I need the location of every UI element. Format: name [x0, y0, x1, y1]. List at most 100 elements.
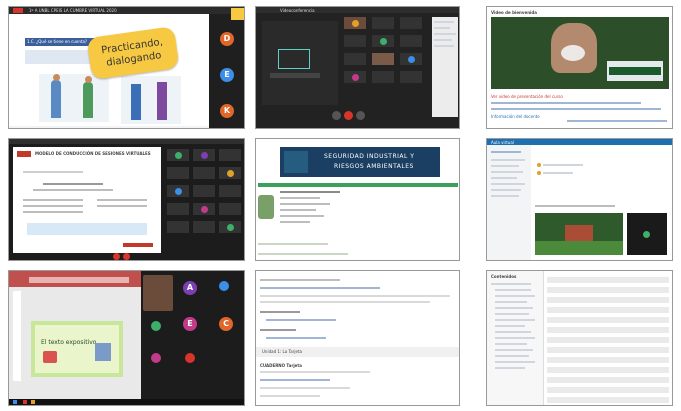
chat-sidebar [432, 17, 458, 117]
os-taskbar [9, 399, 244, 405]
participant-tile[interactable] [219, 203, 241, 215]
outline-row[interactable] [547, 367, 669, 373]
lesson-video[interactable] [535, 213, 623, 255]
outline-row[interactable] [547, 377, 669, 383]
participants-panel: A E C [141, 271, 244, 399]
camera-button[interactable] [332, 111, 341, 120]
slide-heading-bar: 1.C. ¿Qué se tiene en cuenta? [25, 38, 95, 46]
outline-row[interactable] [547, 297, 669, 303]
participant-avatar[interactable]: D [220, 32, 234, 46]
slide-title: El texto expositivo [41, 339, 97, 346]
panel-course-page: SEGURIDAD INDUSTRIAL Y RIESGOS AMBIENTAL… [255, 138, 460, 261]
meeting-topbar: Videoconferencia [256, 7, 459, 13]
participant-tile[interactable] [167, 167, 189, 179]
ppt-workspace: El texto expositivo [9, 287, 141, 399]
participant-avatar[interactable]: C [219, 317, 233, 331]
participant-tile[interactable] [193, 167, 215, 179]
participant-avatar-small[interactable] [219, 281, 229, 291]
participant-tile[interactable] [344, 53, 366, 65]
slide-heading: 1.C. ¿Qué se tiene en cuenta? [27, 39, 88, 44]
outline-row[interactable] [547, 347, 669, 353]
app-icon[interactable] [23, 400, 27, 404]
participant-tile[interactable] [400, 17, 422, 29]
participant-avatar[interactable]: A [183, 281, 197, 295]
participant-tile[interactable] [167, 221, 189, 233]
play-icon[interactable] [561, 45, 585, 61]
participant-camera[interactable] [143, 275, 173, 311]
highlight-box [27, 223, 147, 235]
participant-tile[interactable] [372, 17, 394, 29]
link-presentation[interactable]: Ver video de presentación del curso [491, 94, 563, 99]
outline-row[interactable] [547, 307, 669, 313]
participant-tile[interactable] [400, 71, 422, 83]
panel-lms-outline: Contenidos [486, 270, 673, 406]
outline-row[interactable] [547, 277, 669, 283]
course-banner: SEGURIDAD INDUSTRIAL Y RIESGOS AMBIENTAL… [280, 147, 440, 177]
end-call-button[interactable] [344, 111, 353, 120]
section-divider [258, 183, 458, 187]
section-bar[interactable]: Unidad 1: La Tarjeta [256, 347, 459, 357]
participant-grid [344, 17, 428, 105]
illustration-dialogue [39, 74, 109, 122]
participant-grid [167, 149, 243, 249]
participant-tile[interactable] [167, 203, 189, 215]
leave-button[interactable] [123, 253, 130, 260]
participant-tile[interactable] [372, 71, 394, 83]
outline-row[interactable] [547, 357, 669, 363]
outline-row[interactable] [547, 397, 669, 403]
participant-avatar-small[interactable] [151, 321, 161, 331]
illustration-dialogue-2 [121, 76, 181, 124]
participant-tile[interactable] [219, 185, 241, 197]
outline-row[interactable] [547, 317, 669, 323]
outline-row[interactable] [547, 287, 669, 293]
video-side-panel [627, 213, 667, 255]
ppt-ribbon [9, 271, 141, 287]
panel-slide-expositive: El texto expositivo A E C [8, 270, 245, 406]
subheading: CUADERNO Tarjeta [260, 363, 303, 368]
document-page: MODELO DE CONDUCCIÓN DE SESIONES VIRTUAL… [13, 147, 161, 253]
tab-title[interactable]: 1º A UNBL CPEIS LA CUMBRE VIRTUAL 2020 [29, 8, 117, 13]
participant-avatar-small[interactable] [185, 353, 195, 363]
browser-tabbar: 1º A UNBL CPEIS LA CUMBRE VIRTUAL 2020 [9, 7, 244, 14]
end-call-button[interactable] [113, 253, 120, 260]
shared-screen [262, 21, 338, 105]
panel-welcome-video: Video de bienvenida Ver video de present… [486, 6, 673, 129]
sidebar-label: Contenidos [491, 274, 517, 279]
meeting-label: Videoconferencia [280, 8, 315, 13]
outline-row[interactable] [547, 327, 669, 333]
participant-avatar[interactable]: K [220, 104, 234, 118]
screen-icon [278, 49, 310, 69]
link-teacher[interactable]: Información del docente [491, 114, 540, 119]
participant-tile[interactable] [372, 53, 394, 65]
outline-row[interactable] [547, 387, 669, 393]
outline-sidebar: Contenidos [487, 271, 544, 405]
banner-line-2: RIESGOS AMBIENTALES [334, 163, 414, 170]
participant-avatar[interactable]: E [220, 68, 234, 82]
participant-avatar-small[interactable] [151, 353, 161, 363]
panel-course-topics: Unidad 1: La Tarjeta CUADERNO Tarjeta [255, 270, 460, 406]
section-title: Unidad 1: La Tarjeta [262, 349, 302, 354]
banner-line-1: SEGURIDAD INDUSTRIAL Y [324, 153, 415, 160]
panel-lms-video: Aula virtual [486, 138, 673, 261]
slide-area: 1.C. ¿Qué se tiene en cuenta? Practicand… [9, 14, 209, 126]
start-icon[interactable] [13, 400, 17, 404]
mic-button[interactable] [356, 111, 365, 120]
notification-tag [231, 8, 244, 20]
participant-avatar[interactable]: E [183, 317, 197, 331]
record-badge [13, 8, 23, 13]
participant-tile[interactable] [344, 35, 366, 47]
course-sidebar [487, 145, 531, 260]
outline-row[interactable] [547, 337, 669, 343]
participant-tile[interactable] [193, 185, 215, 197]
participant-tile[interactable] [400, 35, 422, 47]
panel-document-meeting: MODELO DE CONDUCCIÓN DE SESIONES VIRTUAL… [8, 138, 245, 261]
participant-tile[interactable] [193, 221, 215, 233]
panel-video-meeting: Videoconferencia [255, 6, 460, 129]
participant-tile[interactable] [219, 149, 241, 161]
speech-bubble: Practicando, dialogando [86, 26, 180, 80]
video-player[interactable] [491, 17, 669, 89]
doc-title: MODELO DE CONDUCCIÓN DE SESIONES VIRTUAL… [35, 151, 151, 156]
app-icon[interactable] [31, 400, 35, 404]
video-logo [607, 61, 663, 81]
teacher-photo [258, 195, 274, 219]
